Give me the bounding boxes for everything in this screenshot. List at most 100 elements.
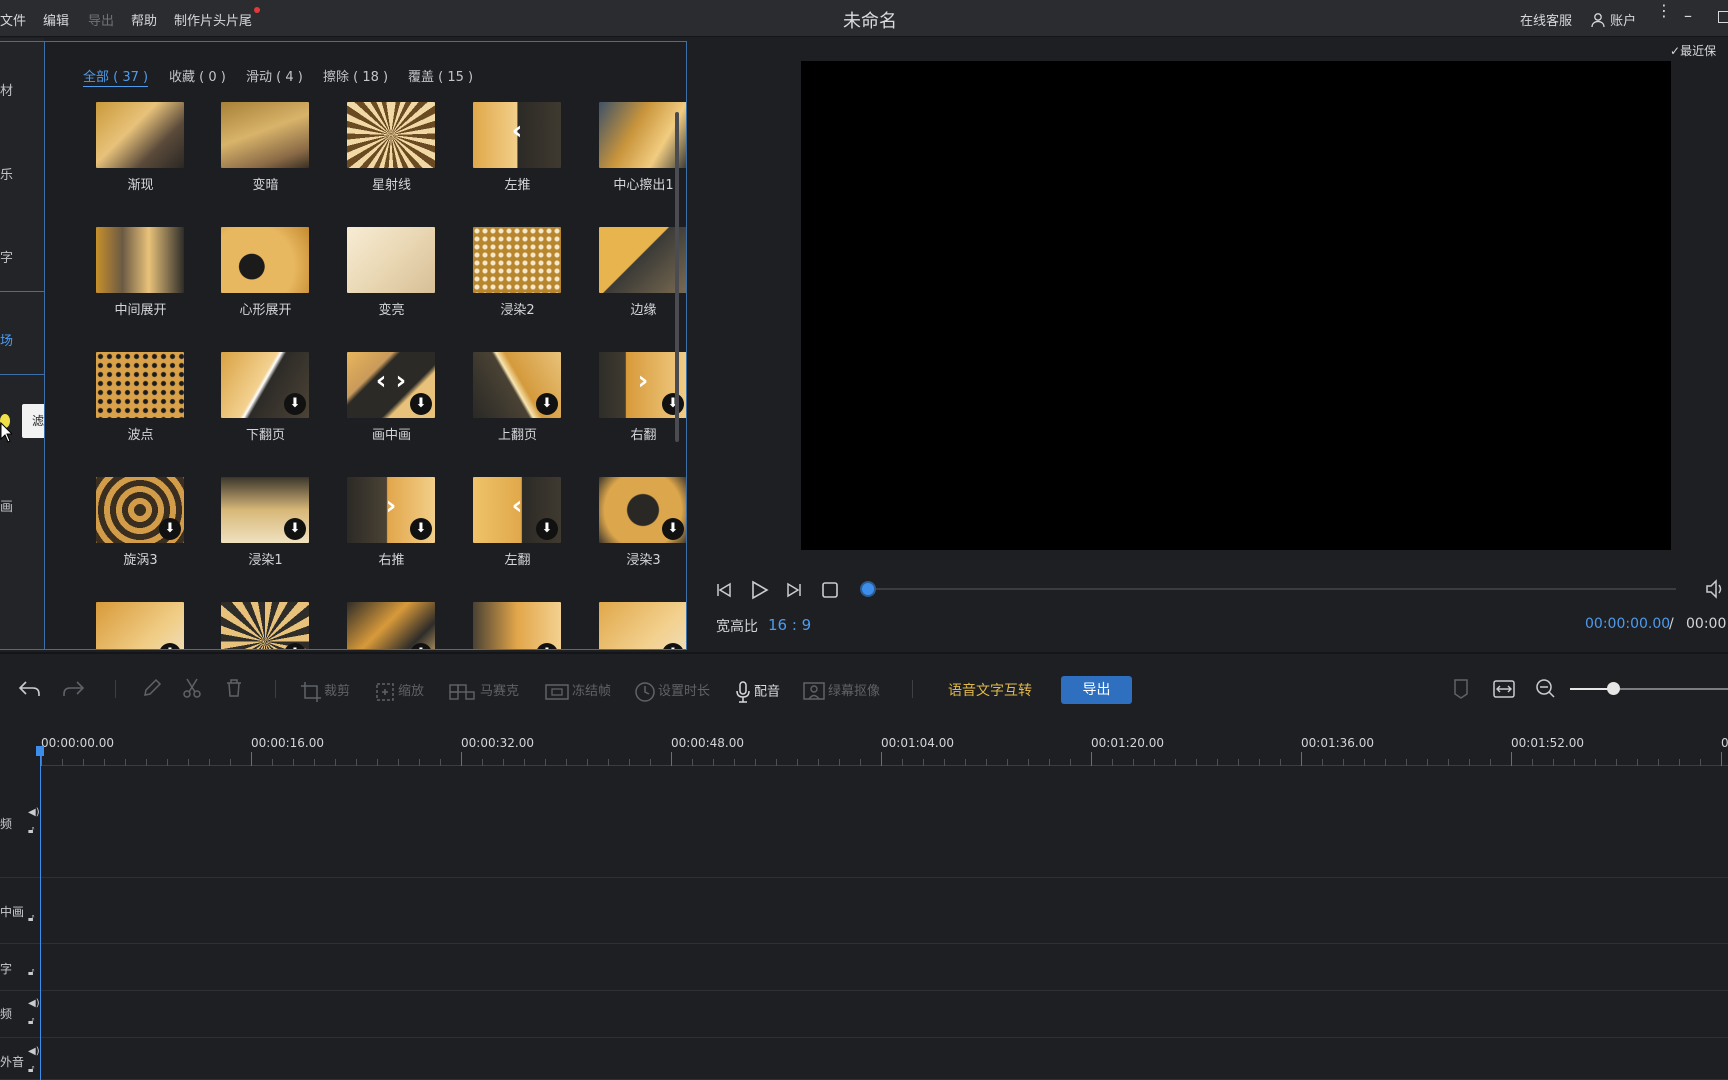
download-icon[interactable]: ⬇ xyxy=(536,393,558,415)
transition-thumbnail[interactable] xyxy=(96,352,184,418)
speech-text-convert-button[interactable]: 语音文字互转 xyxy=(948,680,1032,700)
tab-favorites[interactable]: 收藏 ( 0 ) xyxy=(169,66,226,85)
transition-item[interactable]: ⬇ 上翻页 xyxy=(455,352,580,462)
crop-button[interactable]: 裁剪 xyxy=(300,680,350,703)
transition-item[interactable]: 波点 xyxy=(78,352,203,462)
transition-item[interactable]: 心形展开 xyxy=(203,227,328,337)
transition-thumbnail[interactable]: ⬇ xyxy=(221,477,309,543)
transition-item[interactable]: ⬇ 旋涡3 xyxy=(78,477,203,587)
track-text[interactable] xyxy=(0,944,1728,991)
chroma-key-button[interactable]: 绿幕抠像 xyxy=(802,680,880,703)
zoom-out-icon[interactable] xyxy=(1534,677,1556,699)
export-button[interactable]: 导出 xyxy=(1061,676,1132,704)
freeze-frame-button[interactable]: 冻结帧 xyxy=(544,680,611,703)
transition-thumbnail[interactable]: ⬇ xyxy=(473,352,561,418)
transition-thumbnail[interactable] xyxy=(347,102,435,168)
minimize-icon[interactable]: – xyxy=(1684,6,1692,25)
preview-progress-knob[interactable] xyxy=(860,581,876,597)
transition-thumbnail[interactable]: ⬇ xyxy=(473,602,561,649)
nav-item-music[interactable]: 乐 xyxy=(0,164,13,183)
lock-icon[interactable]: 🔓︎ xyxy=(28,967,34,978)
speaker-icon[interactable]: ◀) xyxy=(28,998,40,1009)
mosaic-button[interactable]: 马赛克 xyxy=(448,680,519,703)
video-preview[interactable] xyxy=(801,61,1671,550)
transition-thumbnail[interactable] xyxy=(599,102,686,168)
transition-item[interactable]: 星射线 xyxy=(329,102,454,212)
timeline-zoom-knob[interactable] xyxy=(1606,682,1620,695)
download-icon[interactable]: ⬇ xyxy=(410,643,432,649)
playhead-handle[interactable] xyxy=(36,746,44,756)
download-icon[interactable]: ⬇ xyxy=(284,518,306,540)
transition-thumbnail[interactable]: ‹ xyxy=(473,102,561,168)
transition-item[interactable]: 中间展开 xyxy=(78,227,203,337)
fit-timeline-icon[interactable] xyxy=(1492,678,1516,700)
transition-item[interactable]: 变亮 xyxy=(329,227,454,337)
nav-item-transitions[interactable]: 场 xyxy=(0,330,13,349)
aspect-ratio-select[interactable]: 16 : 9 xyxy=(768,616,811,634)
lock-icon[interactable]: 🔓︎ xyxy=(28,913,34,924)
speaker-icon[interactable]: ◀) xyxy=(28,1046,40,1057)
download-icon[interactable]: ⬇ xyxy=(536,518,558,540)
transition-thumbnail[interactable]: › ⬇ xyxy=(599,352,686,418)
track-audio[interactable] xyxy=(0,991,1728,1038)
preview-progress-track[interactable] xyxy=(868,588,1676,590)
play-icon[interactable] xyxy=(748,579,770,601)
online-support-link[interactable]: 在线客服 xyxy=(1520,10,1572,29)
tab-all[interactable]: 全部 ( 37 ) xyxy=(83,66,149,87)
transition-thumbnail[interactable] xyxy=(599,227,686,293)
transition-thumbnail[interactable]: ‹ ⬇ xyxy=(473,477,561,543)
download-icon[interactable]: ⬇ xyxy=(536,643,558,649)
marker-icon[interactable] xyxy=(1452,678,1470,700)
maximize-icon[interactable] xyxy=(1718,11,1728,23)
transition-thumbnail[interactable] xyxy=(221,227,309,293)
transition-thumbnail[interactable] xyxy=(347,227,435,293)
nav-item-pip[interactable]: 画 xyxy=(0,496,13,515)
transition-item[interactable]: ⬇ xyxy=(455,602,580,649)
download-icon[interactable]: ⬇ xyxy=(284,393,306,415)
download-icon[interactable]: ⬇ xyxy=(159,518,181,540)
trash-icon[interactable] xyxy=(222,676,246,700)
track-pip[interactable] xyxy=(0,878,1728,944)
transition-thumbnail[interactable]: ⬇ xyxy=(599,602,686,649)
lock-icon[interactable]: 🔓︎ xyxy=(28,1064,34,1075)
lock-icon[interactable]: 🔓︎ xyxy=(28,1016,34,1027)
transition-item[interactable]: ⬇ 浸染1 xyxy=(203,477,328,587)
transition-thumbnail[interactable]: ‹ › ⬇ xyxy=(347,352,435,418)
transition-item[interactable]: ⬇ 下翻页 xyxy=(203,352,328,462)
transition-item[interactable]: ⬇ xyxy=(78,602,203,649)
transition-item[interactable]: › ⬇ 右翻 xyxy=(581,352,686,462)
track-voiceover[interactable] xyxy=(0,1038,1728,1080)
transition-thumbnail[interactable]: ⬇ xyxy=(96,477,184,543)
download-icon[interactable]: ⬇ xyxy=(284,643,306,649)
transition-item[interactable]: ⬇ xyxy=(581,602,686,649)
download-icon[interactable]: ⬇ xyxy=(662,643,684,649)
transition-item[interactable]: ⬇ 浸染3 xyxy=(581,477,686,587)
account-button[interactable]: 账户 xyxy=(1590,10,1636,29)
transition-item[interactable]: ‹ › ⬇ 画中画 xyxy=(329,352,454,462)
speaker-icon[interactable]: ◀) xyxy=(28,807,40,818)
set-duration-button[interactable]: 设置时长 xyxy=(634,680,710,703)
more-icon[interactable]: ⋮ xyxy=(1656,3,1672,19)
transition-item[interactable]: 变暗 xyxy=(203,102,328,212)
transition-item[interactable]: ⬇ xyxy=(329,602,454,649)
prev-frame-icon[interactable] xyxy=(714,580,734,600)
lock-icon[interactable]: 🔓︎ xyxy=(28,825,34,836)
tab-cover[interactable]: 覆盖 ( 15 ) xyxy=(408,66,473,85)
tab-slide[interactable]: 滑动 ( 4 ) xyxy=(246,66,303,85)
voiceover-button[interactable]: 配音 xyxy=(734,680,780,704)
transition-item[interactable]: ‹ ⬇ 左翻 xyxy=(455,477,580,587)
stop-icon[interactable] xyxy=(821,581,839,599)
zoom-button[interactable]: 缩放 xyxy=(374,680,424,703)
download-icon[interactable]: ⬇ xyxy=(410,393,432,415)
transition-thumbnail[interactable]: ⬇ xyxy=(221,602,309,649)
transition-item[interactable]: › ⬇ 右推 xyxy=(329,477,454,587)
transition-item[interactable]: 浸染2 xyxy=(455,227,580,337)
download-icon[interactable]: ⬇ xyxy=(410,518,432,540)
download-icon[interactable]: ⬇ xyxy=(662,518,684,540)
transition-thumbnail[interactable]: › ⬇ xyxy=(347,477,435,543)
transition-item[interactable]: 渐现 xyxy=(78,102,203,212)
nav-item-media[interactable]: 材 xyxy=(0,80,13,99)
transition-thumbnail[interactable] xyxy=(473,227,561,293)
transition-item[interactable]: 边缘 xyxy=(581,227,686,337)
edit-icon[interactable] xyxy=(140,676,164,700)
